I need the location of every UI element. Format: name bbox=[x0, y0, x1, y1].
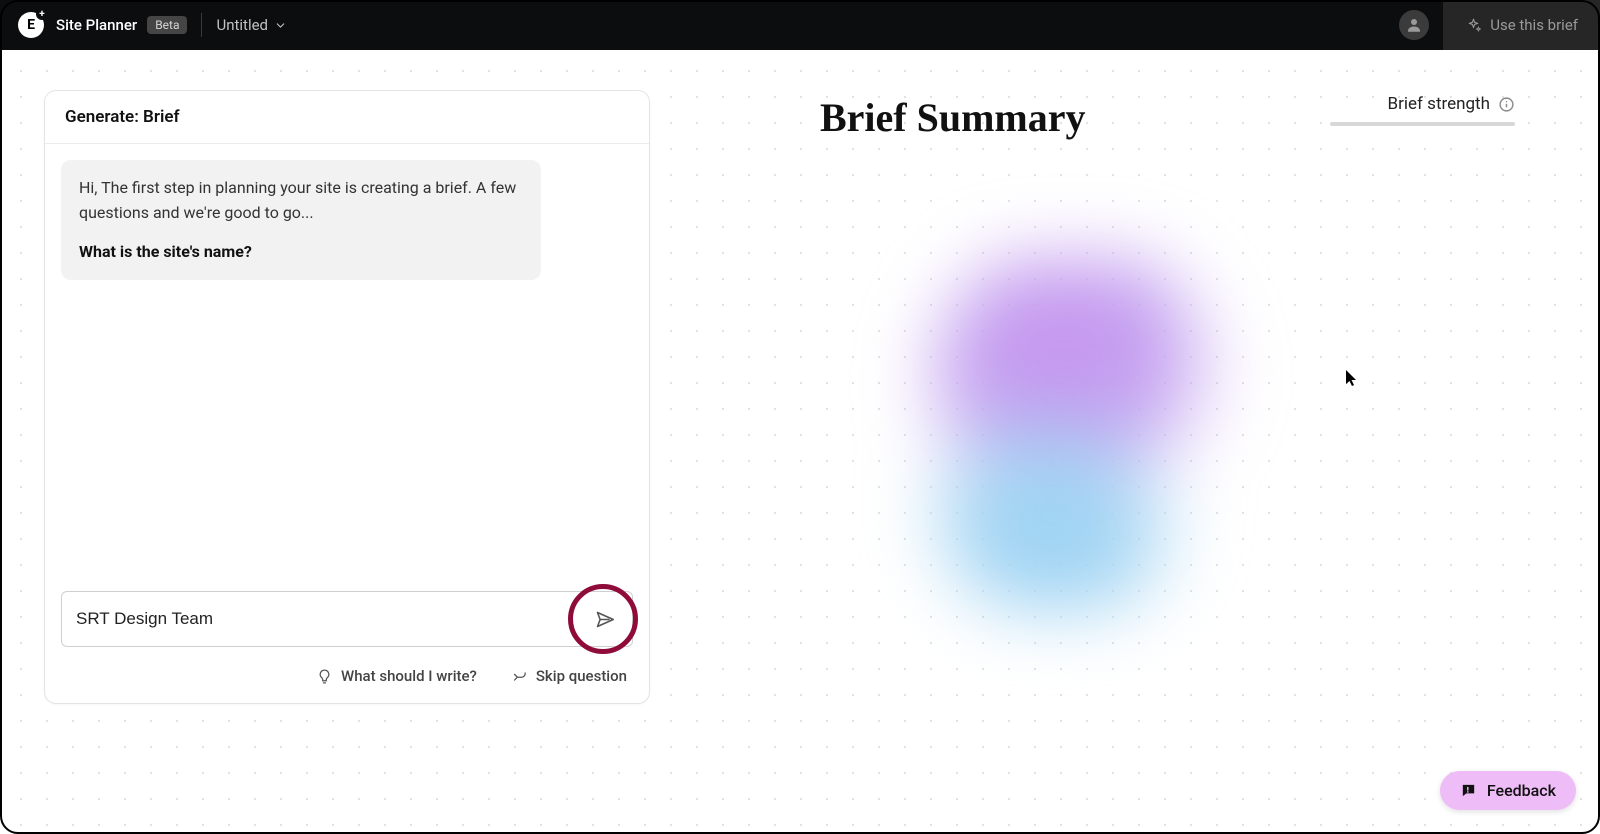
logo-letter: E bbox=[27, 17, 35, 33]
brief-strength-progress-bar bbox=[1330, 122, 1515, 126]
app-title: Site Planner bbox=[56, 16, 137, 34]
app-logo-icon: E bbox=[18, 12, 44, 38]
brief-strength-label: Brief strength bbox=[1388, 94, 1490, 114]
suggestion-label: What should I write? bbox=[341, 667, 477, 685]
sparkle-icon bbox=[1465, 17, 1482, 34]
use-this-brief-label: Use this brief bbox=[1490, 16, 1578, 34]
use-this-brief-button[interactable]: Use this brief bbox=[1443, 0, 1600, 50]
chat-input[interactable] bbox=[76, 609, 584, 629]
helper-row: What should I write? Skip question bbox=[45, 659, 649, 703]
assistant-message-intro: Hi, The first step in planning your site… bbox=[79, 176, 523, 226]
brief-strength-indicator: Brief strength bbox=[1330, 94, 1515, 126]
panel-title: Generate: Brief bbox=[45, 91, 649, 144]
document-title-dropdown[interactable]: Untitled bbox=[216, 16, 287, 34]
brief-summary-heading: Brief Summary bbox=[820, 94, 1086, 141]
skip-question-label: Skip question bbox=[536, 667, 627, 685]
assistant-message: Hi, The first step in planning your site… bbox=[61, 160, 541, 280]
send-button[interactable] bbox=[584, 599, 624, 639]
suggestion-button[interactable]: What should I write? bbox=[316, 667, 477, 685]
header-right: Use this brief bbox=[1399, 0, 1600, 50]
user-icon bbox=[1405, 16, 1423, 34]
send-icon bbox=[594, 609, 615, 630]
divider bbox=[201, 13, 202, 37]
canvas: Brief Summary Brief strength Generate: B… bbox=[0, 50, 1600, 834]
lightbulb-icon bbox=[316, 668, 333, 685]
generate-brief-panel: Generate: Brief Hi, The first step in pl… bbox=[44, 90, 650, 704]
document-title-text: Untitled bbox=[216, 16, 268, 34]
input-row bbox=[45, 591, 649, 659]
skip-icon bbox=[511, 668, 528, 685]
chevron-down-icon bbox=[274, 19, 287, 32]
profile-avatar[interactable] bbox=[1399, 10, 1429, 40]
feedback-label: Feedback bbox=[1487, 781, 1556, 800]
info-icon[interactable] bbox=[1498, 96, 1515, 113]
skip-question-button[interactable]: Skip question bbox=[511, 667, 627, 685]
feedback-button[interactable]: Feedback bbox=[1440, 771, 1576, 810]
assistant-message-question: What is the site's name? bbox=[79, 240, 523, 265]
chat-messages: Hi, The first step in planning your site… bbox=[45, 144, 649, 591]
chat-input-container bbox=[61, 591, 633, 647]
chat-bubble-icon bbox=[1460, 782, 1477, 799]
beta-badge: Beta bbox=[147, 16, 187, 34]
app-header: E Site Planner Beta Untitled Use this br… bbox=[0, 0, 1600, 50]
